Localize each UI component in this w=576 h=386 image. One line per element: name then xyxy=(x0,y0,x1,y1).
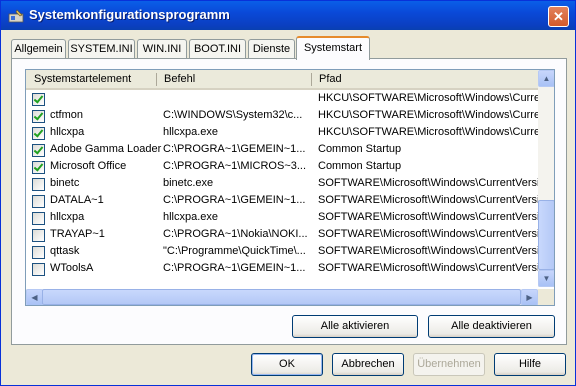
close-button[interactable]: ✕ xyxy=(548,6,569,27)
startup-item-path: Common Startup xyxy=(318,143,402,155)
vertical-scrollbar[interactable]: ▲ ▼ xyxy=(538,70,554,287)
msconfig-app-icon xyxy=(8,9,24,23)
scroll-down-button[interactable]: ▼ xyxy=(538,270,554,287)
startup-item-name: qttask xyxy=(50,245,80,257)
tab-systemstart[interactable]: Systemstart xyxy=(296,36,370,60)
scroll-up-button[interactable]: ▲ xyxy=(538,70,554,87)
enable-checkbox[interactable] xyxy=(32,178,45,191)
startup-item-command xyxy=(163,90,308,107)
startup-item-name: hllcxpa xyxy=(50,211,85,223)
startup-item-path: SOFTWARE\Microsoft\Windows\CurrentVersio xyxy=(318,211,538,223)
horizontal-scrollbar[interactable]: ◀ ▶ xyxy=(26,289,538,305)
startup-item-path: HKCU\SOFTWARE\Microsoft\Windows\CurrentV xyxy=(318,109,538,121)
startup-item-path: SOFTWARE\Microsoft\Windows\CurrentVersio xyxy=(318,262,538,274)
startup-item-name xyxy=(50,90,180,107)
scroll-left-button[interactable]: ◀ xyxy=(26,289,43,305)
tab-boot-ini[interactable]: BOOT.INI xyxy=(189,39,246,58)
enable-checkbox[interactable] xyxy=(32,110,45,123)
tab-win-ini[interactable]: WIN.INI xyxy=(137,39,187,58)
cancel-button[interactable]: Abbrechen xyxy=(332,353,404,376)
enable-checkbox[interactable] xyxy=(32,144,45,157)
scroll-right-button[interactable]: ▶ xyxy=(521,289,538,305)
list-item[interactable]: Microsoft Office C:\PROGRA~1\MICROS~3...… xyxy=(26,158,538,175)
startup-item-name: binetc xyxy=(50,177,80,189)
enable-checkbox[interactable] xyxy=(32,161,45,174)
tab-allgemein[interactable]: Allgemein xyxy=(11,39,66,58)
startup-item-name: ctfmon xyxy=(50,109,84,121)
startup-item-command: C:\PROGRA~1\GEMEIN~1... xyxy=(163,143,306,155)
enable-all-button[interactable]: Alle aktivieren xyxy=(292,315,418,338)
startup-item-command: C:\WINDOWS\System32\c... xyxy=(163,109,303,121)
window-title: Systemkonfigurationsprogramm xyxy=(29,7,230,22)
startup-item-path: SOFTWARE\Microsoft\Windows\CurrentVersio xyxy=(318,177,538,189)
enable-checkbox[interactable] xyxy=(32,263,45,276)
tab-system-ini[interactable]: SYSTEM.INI xyxy=(68,39,135,58)
enable-checkbox[interactable] xyxy=(32,212,45,225)
startup-item-name: WToolsA xyxy=(50,262,94,274)
startup-item-command: hllcxpa.exe xyxy=(163,211,219,223)
startup-item-name: hllcxpa xyxy=(50,126,85,138)
startup-item-path: SOFTWARE\Microsoft\Windows\CurrentVersio xyxy=(318,228,538,240)
column-separator[interactable] xyxy=(156,73,157,86)
startup-item-command: "C:\Programme\QuickTime\... xyxy=(163,245,306,257)
vertical-scroll-thumb[interactable] xyxy=(538,200,554,270)
enable-checkbox[interactable] xyxy=(32,127,45,140)
startup-item-path: HKCU\SOFTWARE\Microsoft\Windows\CurrentV xyxy=(318,126,538,138)
startup-item-command: C:\PROGRA~1\GEMEIN~1... xyxy=(163,194,306,206)
disable-all-button[interactable]: Alle deaktivieren xyxy=(428,315,555,338)
startup-item-path: Common Startup xyxy=(318,160,402,172)
startup-item-command: C:\PROGRA~1\GEMEIN~1... xyxy=(163,262,306,274)
scrollbar-corner xyxy=(538,289,554,305)
list-item[interactable]: ctfmon C:\WINDOWS\System32\c... HKCU\SOF… xyxy=(26,107,538,124)
startup-item-name: Microsoft Office xyxy=(50,160,127,172)
list-item[interactable]: TRAYAP~1 C:\PROGRA~1\Nokia\NOKI... SOFTW… xyxy=(26,226,538,243)
list-item[interactable]: binetc binetc.exe SOFTWARE\Microsoft\Win… xyxy=(26,175,538,192)
startup-item-command: C:\PROGRA~1\Nokia\NOKI... xyxy=(163,228,308,240)
list-item[interactable]: qttask "C:\Programme\QuickTime\... SOFTW… xyxy=(26,243,538,260)
column-header-command[interactable]: Befehl xyxy=(158,70,195,88)
systemstart-panel: Systemstartelement Befehl Pfad HKCU\SOFT… xyxy=(11,58,567,345)
apply-button[interactable]: Übernehmen xyxy=(413,353,485,376)
dialog-window: Systemkonfigurationsprogramm ✕ Allgemein… xyxy=(0,0,576,386)
enable-checkbox[interactable] xyxy=(32,93,45,106)
list-item[interactable]: DATALA~1 C:\PROGRA~1\GEMEIN~1... SOFTWAR… xyxy=(26,192,538,209)
startup-item-name: DATALA~1 xyxy=(50,194,104,206)
startup-item-path: SOFTWARE\Microsoft\Windows\CurrentVersio xyxy=(318,245,538,257)
enable-checkbox[interactable] xyxy=(32,229,45,242)
list-header: Systemstartelement Befehl Pfad xyxy=(26,70,538,90)
startup-item-path: HKCU\SOFTWARE\Microsoft\Windows\CurrentV xyxy=(318,92,538,104)
startup-item-command: hllcxpa.exe xyxy=(163,126,219,138)
ok-button[interactable]: OK xyxy=(251,353,323,376)
startup-item-command: binetc.exe xyxy=(163,177,214,189)
enable-checkbox[interactable] xyxy=(32,195,45,208)
list-item[interactable]: Adobe Gamma Loader C:\PROGRA~1\GEMEIN~1.… xyxy=(26,141,538,158)
horizontal-scroll-thumb[interactable] xyxy=(42,289,521,305)
startup-item-path: SOFTWARE\Microsoft\Windows\CurrentVersio xyxy=(318,194,538,206)
column-header-startup-item[interactable]: Systemstartelement xyxy=(28,70,131,88)
startup-item-command: C:\PROGRA~1\MICROS~3... xyxy=(163,160,307,172)
list-item[interactable]: HKCU\SOFTWARE\Microsoft\Windows\CurrentV xyxy=(26,90,538,107)
startup-item-name: Adobe Gamma Loader xyxy=(50,143,162,155)
column-separator[interactable] xyxy=(311,73,312,86)
help-button[interactable]: Hilfe xyxy=(494,353,566,376)
startup-items-list[interactable]: Systemstartelement Befehl Pfad HKCU\SOFT… xyxy=(25,69,555,306)
title-bar[interactable]: Systemkonfigurationsprogramm ✕ xyxy=(1,1,575,30)
startup-item-name: TRAYAP~1 xyxy=(50,228,105,240)
tab-dienste[interactable]: Dienste xyxy=(248,39,295,58)
list-item[interactable]: hllcxpa hllcxpa.exe SOFTWARE\Microsoft\W… xyxy=(26,209,538,226)
list-item[interactable]: WToolsA C:\PROGRA~1\GEMEIN~1... SOFTWARE… xyxy=(26,260,538,277)
column-header-path[interactable]: Pfad xyxy=(313,70,342,88)
list-item[interactable]: hllcxpa hllcxpa.exe HKCU\SOFTWARE\Micros… xyxy=(26,124,538,141)
enable-checkbox[interactable] xyxy=(32,246,45,259)
